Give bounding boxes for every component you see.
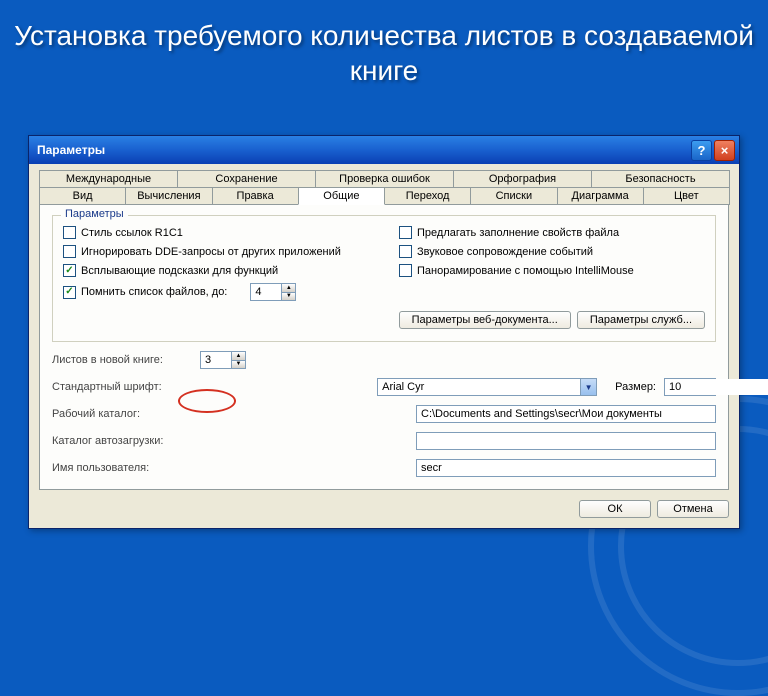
tab-transition[interactable]: Переход	[384, 187, 471, 205]
service-options-button[interactable]: Параметры служб...	[577, 311, 705, 329]
tab-color[interactable]: Цвет	[643, 187, 730, 205]
titlebar: Параметры ? ×	[29, 136, 739, 164]
size-input[interactable]	[665, 379, 768, 395]
check-label: Панорамирование с помощью IntelliMouse	[417, 265, 634, 277]
check-r1c1[interactable]: Стиль ссылок R1C1	[63, 226, 369, 239]
tab-save[interactable]: Сохранение	[177, 170, 316, 187]
options-dialog: Параметры ? × Международные Сохранение П…	[28, 135, 740, 529]
autoload-label: Каталог автозагрузки:	[52, 435, 192, 447]
spin-up-icon[interactable]: ▲	[281, 284, 295, 293]
size-label: Размер:	[615, 381, 656, 393]
params-fieldset: Параметры Стиль ссылок R1C1 Игнорировать…	[52, 215, 716, 342]
fieldset-legend: Параметры	[61, 208, 128, 220]
slide-title: Установка требуемого количества листов в…	[0, 18, 768, 88]
check-tooltips[interactable]: ✓ Всплывающие подсказки для функций	[63, 264, 369, 277]
checkbox-icon: ✓	[63, 264, 76, 277]
checkbox-icon	[63, 226, 76, 239]
check-label: Звуковое сопровождение событий	[417, 246, 593, 258]
check-intellimouse[interactable]: Панорамирование с помощью IntelliMouse	[399, 264, 705, 277]
chevron-down-icon[interactable]: ▼	[580, 379, 596, 395]
recent-files-input[interactable]	[251, 284, 281, 300]
workdir-label: Рабочий каталог:	[52, 408, 192, 420]
username-input[interactable]	[416, 459, 716, 477]
ok-button[interactable]: ОК	[579, 500, 651, 518]
check-label: Всплывающие подсказки для функций	[81, 265, 278, 277]
username-label: Имя пользователя:	[52, 462, 192, 474]
spin-down-icon[interactable]: ▼	[231, 361, 245, 369]
recent-files-spinner[interactable]: ▲ ▼	[250, 283, 296, 301]
check-recent-files[interactable]: ✓ Помнить список файлов, до: ▲ ▼	[63, 283, 369, 301]
check-file-props[interactable]: Предлагать заполнение свойств файла	[399, 226, 705, 239]
sheets-label: Листов в новой книге:	[52, 354, 192, 366]
tab-calc[interactable]: Вычисления	[125, 187, 212, 205]
spin-up-icon[interactable]: ▲	[231, 352, 245, 361]
tab-edit[interactable]: Правка	[212, 187, 299, 205]
web-options-button[interactable]: Параметры веб-документа...	[399, 311, 571, 329]
tab-strip: Международные Сохранение Проверка ошибок…	[39, 170, 729, 205]
size-combo[interactable]: ▼	[664, 378, 716, 396]
tab-panel-general: Параметры Стиль ссылок R1C1 Игнорировать…	[39, 204, 729, 490]
tab-general[interactable]: Общие	[298, 187, 385, 205]
workdir-input[interactable]	[416, 405, 716, 423]
help-button[interactable]: ?	[691, 140, 712, 161]
tab-lists[interactable]: Списки	[470, 187, 557, 205]
checkbox-icon	[399, 226, 412, 239]
check-label: Игнорировать DDE-запросы от других прило…	[81, 246, 341, 258]
tab-errorcheck[interactable]: Проверка ошибок	[315, 170, 454, 187]
cancel-button[interactable]: Отмена	[657, 500, 729, 518]
sheets-input[interactable]	[201, 352, 231, 368]
check-label: Помнить список файлов, до:	[81, 286, 227, 298]
font-input[interactable]	[378, 379, 580, 395]
tab-spelling[interactable]: Орфография	[453, 170, 592, 187]
checkbox-icon	[399, 245, 412, 258]
tab-view[interactable]: Вид	[39, 187, 126, 205]
checkbox-icon	[63, 245, 76, 258]
autoload-input[interactable]	[416, 432, 716, 450]
close-button[interactable]: ×	[714, 140, 735, 161]
spin-down-icon[interactable]: ▼	[281, 293, 295, 301]
check-label: Стиль ссылок R1C1	[81, 227, 183, 239]
tab-chart[interactable]: Диаграмма	[557, 187, 644, 205]
tab-security[interactable]: Безопасность	[591, 170, 730, 187]
tab-international[interactable]: Международные	[39, 170, 178, 187]
check-sounds[interactable]: Звуковое сопровождение событий	[399, 245, 705, 258]
check-ignore-dde[interactable]: Игнорировать DDE-запросы от других прило…	[63, 245, 369, 258]
dialog-title: Параметры	[37, 143, 689, 157]
check-label: Предлагать заполнение свойств файла	[417, 227, 619, 239]
checkbox-icon: ✓	[63, 286, 76, 299]
font-combo[interactable]: ▼	[377, 378, 597, 396]
font-label: Стандартный шрифт:	[52, 381, 192, 393]
sheets-spinner[interactable]: ▲ ▼	[200, 351, 246, 369]
checkbox-icon	[399, 264, 412, 277]
